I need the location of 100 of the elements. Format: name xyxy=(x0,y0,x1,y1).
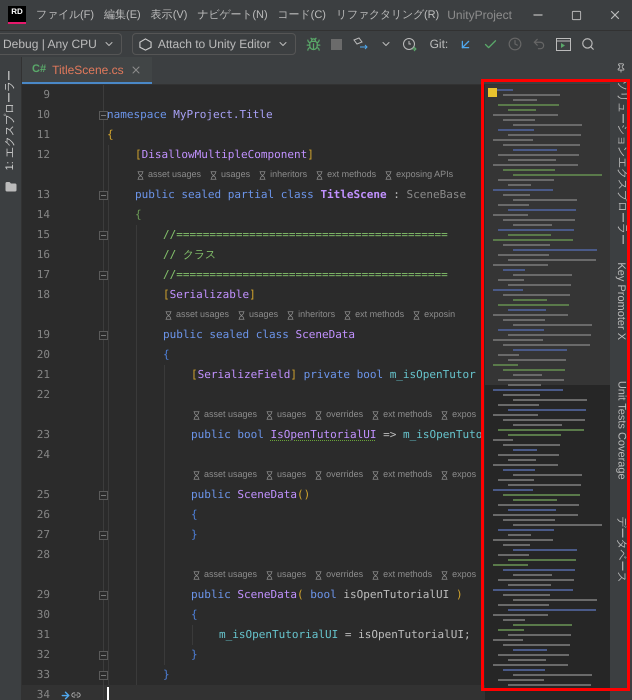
tool-window-label[interactable]: Key Promoter X xyxy=(612,262,630,340)
code-lens-hint[interactable]: asset usages xyxy=(136,168,202,182)
warning-marker-icon[interactable] xyxy=(488,88,497,97)
run-target-dropdown[interactable]: Attach to Unity Editor xyxy=(132,33,296,55)
code-lens-hint[interactable]: asset usages xyxy=(192,408,258,422)
search-icon[interactable] xyxy=(581,37,596,51)
fold-marker-icon[interactable] xyxy=(99,670,108,680)
hourglass-icon xyxy=(192,410,201,420)
line-number: 25 xyxy=(36,486,50,503)
hourglass-icon xyxy=(164,310,173,320)
fold-marker-icon[interactable] xyxy=(99,230,108,240)
code-line: [Serializable] xyxy=(163,286,256,303)
code-lens-hint[interactable]: usages xyxy=(265,568,306,582)
stop-icon[interactable] xyxy=(330,38,342,50)
csharp-file-label: C# xyxy=(32,62,46,78)
line-number: 18 xyxy=(36,286,50,303)
hourglass-icon xyxy=(440,410,450,420)
code-lens-hint[interactable]: ext methods xyxy=(371,468,432,482)
code-lens-hint[interactable]: overrides xyxy=(314,468,364,482)
hourglass-icon xyxy=(343,310,352,320)
line-number: 34 xyxy=(36,686,50,700)
code-line: { xyxy=(107,126,114,143)
fold-marker-icon[interactable] xyxy=(99,330,108,340)
arrow-icon[interactable] xyxy=(60,690,71,700)
debug-bug-icon[interactable] xyxy=(306,36,321,52)
code-lens-hint[interactable]: ext methods xyxy=(343,308,404,322)
line-number: 27 xyxy=(36,526,50,543)
fold-marker-icon[interactable] xyxy=(99,270,108,280)
code-line: { xyxy=(163,346,170,363)
code-lens-hint[interactable]: ext methods xyxy=(315,168,376,182)
hourglass-icon xyxy=(209,170,218,180)
code-line: } xyxy=(163,666,170,683)
code-line: { xyxy=(135,206,142,223)
explorer-panel-label[interactable]: 1: エクスプローラー xyxy=(2,70,19,170)
line-number: 23 xyxy=(36,426,50,443)
undo-icon[interactable] xyxy=(532,37,546,51)
unity-cube-icon xyxy=(138,38,152,50)
code-lens-hint[interactable]: asset usages xyxy=(192,568,258,582)
line-number: 20 xyxy=(36,346,50,363)
code-lens-hint[interactable]: asset usages xyxy=(164,308,230,322)
menu-item[interactable]: リファクタリング(R) xyxy=(336,6,440,24)
code-lens-hint[interactable]: expos xyxy=(440,468,476,482)
line-number: 9 xyxy=(42,86,50,103)
folder-icon[interactable] xyxy=(4,181,16,193)
hourglass-icon xyxy=(371,570,380,580)
code-lens-hint[interactable]: inheritors xyxy=(258,168,308,182)
hourglass-icon xyxy=(314,410,324,420)
maximize-icon[interactable] xyxy=(571,10,582,20)
menu-item[interactable]: コード(C) xyxy=(278,6,326,24)
menu-item[interactable]: 編集(E) xyxy=(104,6,141,24)
code-line: public SceneData() xyxy=(191,486,310,503)
code-lens-hint[interactable]: usages xyxy=(237,308,278,322)
code-lens-hint[interactable]: inheritors xyxy=(286,308,336,322)
code-lens-hint[interactable]: overrides xyxy=(314,408,364,422)
line-number: 11 xyxy=(36,126,50,143)
fold-marker-icon[interactable] xyxy=(99,650,108,660)
configuration-dropdown[interactable]: Debug | Any CPU xyxy=(0,33,122,55)
fold-marker-icon[interactable] xyxy=(99,590,108,600)
hourglass-icon xyxy=(258,170,268,180)
hourglass-icon xyxy=(440,570,450,580)
line-number: 15 xyxy=(36,226,50,243)
code-lens-hint[interactable]: ext methods xyxy=(371,408,432,422)
code-lens-hint[interactable]: asset usages xyxy=(192,468,258,482)
link-icon[interactable] xyxy=(71,690,81,700)
line-number: 17 xyxy=(36,266,50,283)
tool-window-label[interactable]: データベース xyxy=(612,516,630,582)
tool-window-label[interactable]: Unit Tests Coverage xyxy=(612,380,630,480)
terminal-window-icon[interactable] xyxy=(556,38,572,50)
fold-marker-icon[interactable] xyxy=(99,190,108,200)
menu-item[interactable]: ファイル(F) xyxy=(36,6,94,24)
code-lens-hint[interactable]: usages xyxy=(209,168,250,182)
close-icon[interactable] xyxy=(130,64,142,76)
hourglass-icon xyxy=(265,410,274,420)
editor-tab[interactable]: C# TitleScene.cs xyxy=(22,57,152,84)
code-lens-hint[interactable]: exposin xyxy=(412,308,456,322)
fold-marker-icon[interactable] xyxy=(99,490,108,500)
code-lens-hint[interactable]: ext methods xyxy=(371,568,432,582)
fold-marker-icon[interactable] xyxy=(99,110,108,120)
history-icon[interactable] xyxy=(508,37,522,51)
hourglass-icon xyxy=(384,170,394,180)
close-icon[interactable] xyxy=(608,8,622,22)
menu-item[interactable]: ナビゲート(N) xyxy=(197,6,268,24)
hourglass-icon xyxy=(237,310,246,320)
code-lens-hint[interactable]: overrides xyxy=(314,568,364,582)
code-lens-hint[interactable]: expos xyxy=(440,568,476,582)
deploy-icon[interactable] xyxy=(352,37,370,51)
pin-icon[interactable] xyxy=(616,63,626,73)
hourglass-icon xyxy=(314,470,324,480)
fold-marker-icon[interactable] xyxy=(99,530,108,540)
code-lens-hint[interactable]: usages xyxy=(265,468,306,482)
tool-window-label[interactable]: ソリューションエクスプローラー xyxy=(612,80,630,244)
code-line: [SerializeField] private bool m_isOpenTutor xyxy=(191,366,476,383)
code-line: public sealed class SceneData xyxy=(163,326,356,343)
code-lens-hint[interactable]: usages xyxy=(265,408,306,422)
code-lens-hint[interactable]: expos xyxy=(440,408,476,422)
code-lens-hint[interactable]: exposing APIs xyxy=(384,168,454,182)
menu-item[interactable]: 表示(V) xyxy=(150,6,188,24)
hourglass-icon xyxy=(265,470,274,480)
code-line: { xyxy=(191,606,198,623)
code-line: { xyxy=(191,506,198,523)
